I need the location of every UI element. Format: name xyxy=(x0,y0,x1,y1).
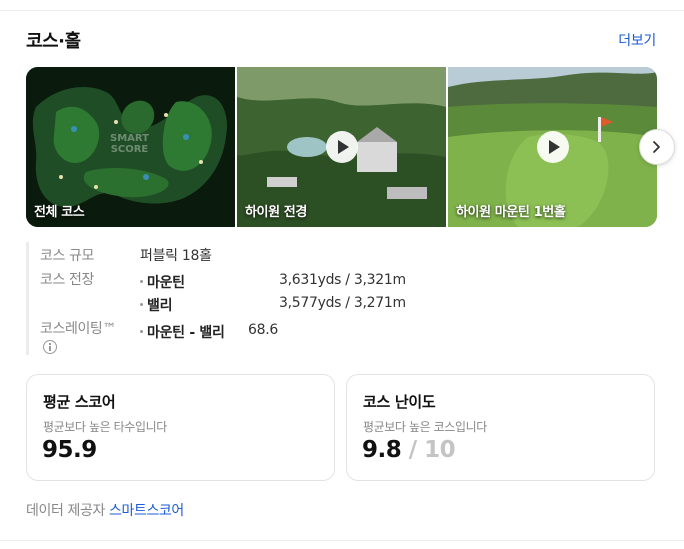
section-title: 코스·홀 xyxy=(26,31,81,52)
bullet-dot xyxy=(140,303,143,306)
info-icon[interactable] xyxy=(43,340,57,354)
length-value-mountain: 3,631yds / 3,321m xyxy=(279,272,406,288)
course-scale-value: 퍼블릭 18홀 xyxy=(140,248,212,264)
map-watermark: SMART SCORE xyxy=(110,133,149,155)
provider-label: 데이터 제공자 xyxy=(26,503,105,519)
length-name-mountain: 마운틴 xyxy=(147,275,185,291)
top-divider xyxy=(0,10,684,11)
bottom-divider xyxy=(0,540,684,541)
course-map-card[interactable]: SMART SCORE 전체 코스 xyxy=(26,67,235,227)
course-rating-label: 코스레이팅™ xyxy=(40,321,116,337)
difficulty-value-wrap: 9.8 / 10 xyxy=(362,437,456,463)
resort-view-card[interactable]: 하이원 전경 xyxy=(237,67,446,227)
difficulty-sub: 평균보다 높은 코스입니다 xyxy=(363,420,487,434)
avg-score-title: 평균 스코어 xyxy=(43,393,116,411)
bullet-dot xyxy=(140,280,143,283)
length-value-valley: 3,577yds / 3,271m xyxy=(279,295,406,311)
course-length-label: 코스 전장 xyxy=(40,272,94,288)
gallery-caption-hole-1: 하이원 마운틴 1번홀 xyxy=(456,205,566,220)
gallery-next-button[interactable] xyxy=(639,129,675,165)
gallery-caption-resort: 하이원 전경 xyxy=(245,205,307,220)
course-scale-label: 코스 규모 xyxy=(40,248,94,264)
rating-course-name: 마운틴 - 밸리 xyxy=(147,325,225,341)
data-provider: 데이터 제공자 스마트스코어 xyxy=(26,500,184,520)
gallery-caption-full-course: 전체 코스 xyxy=(34,205,85,220)
difficulty-card: 코스 난이도 평균보다 높은 코스입니다 9.8 / 10 xyxy=(346,374,655,481)
more-link[interactable]: 더보기 xyxy=(618,30,656,50)
course-gallery: SMART SCORE 전체 코스 하이원 전경 하이원 마운틴 1번홀 xyxy=(26,67,657,227)
play-icon[interactable] xyxy=(537,131,569,163)
difficulty-title: 코스 난이도 xyxy=(363,393,436,411)
difficulty-value: 9.8 xyxy=(362,437,402,463)
hole-1-card[interactable]: 하이원 마운틴 1번홀 xyxy=(448,67,657,227)
provider-link[interactable]: 스마트스코어 xyxy=(109,503,184,519)
play-icon[interactable] xyxy=(326,131,358,163)
length-name-valley: 밸리 xyxy=(147,298,173,314)
difficulty-max: / 10 xyxy=(401,437,456,463)
chevron-right-icon xyxy=(653,141,660,153)
bullet-dot xyxy=(140,330,143,333)
avg-score-sub: 평균보다 높은 타수입니다 xyxy=(43,420,167,434)
avg-score-card: 평균 스코어 평균보다 높은 타수입니다 95.9 xyxy=(26,374,335,481)
avg-score-value: 95.9 xyxy=(42,437,97,463)
info-side-rule xyxy=(26,242,29,355)
rating-value: 68.6 xyxy=(248,322,278,338)
